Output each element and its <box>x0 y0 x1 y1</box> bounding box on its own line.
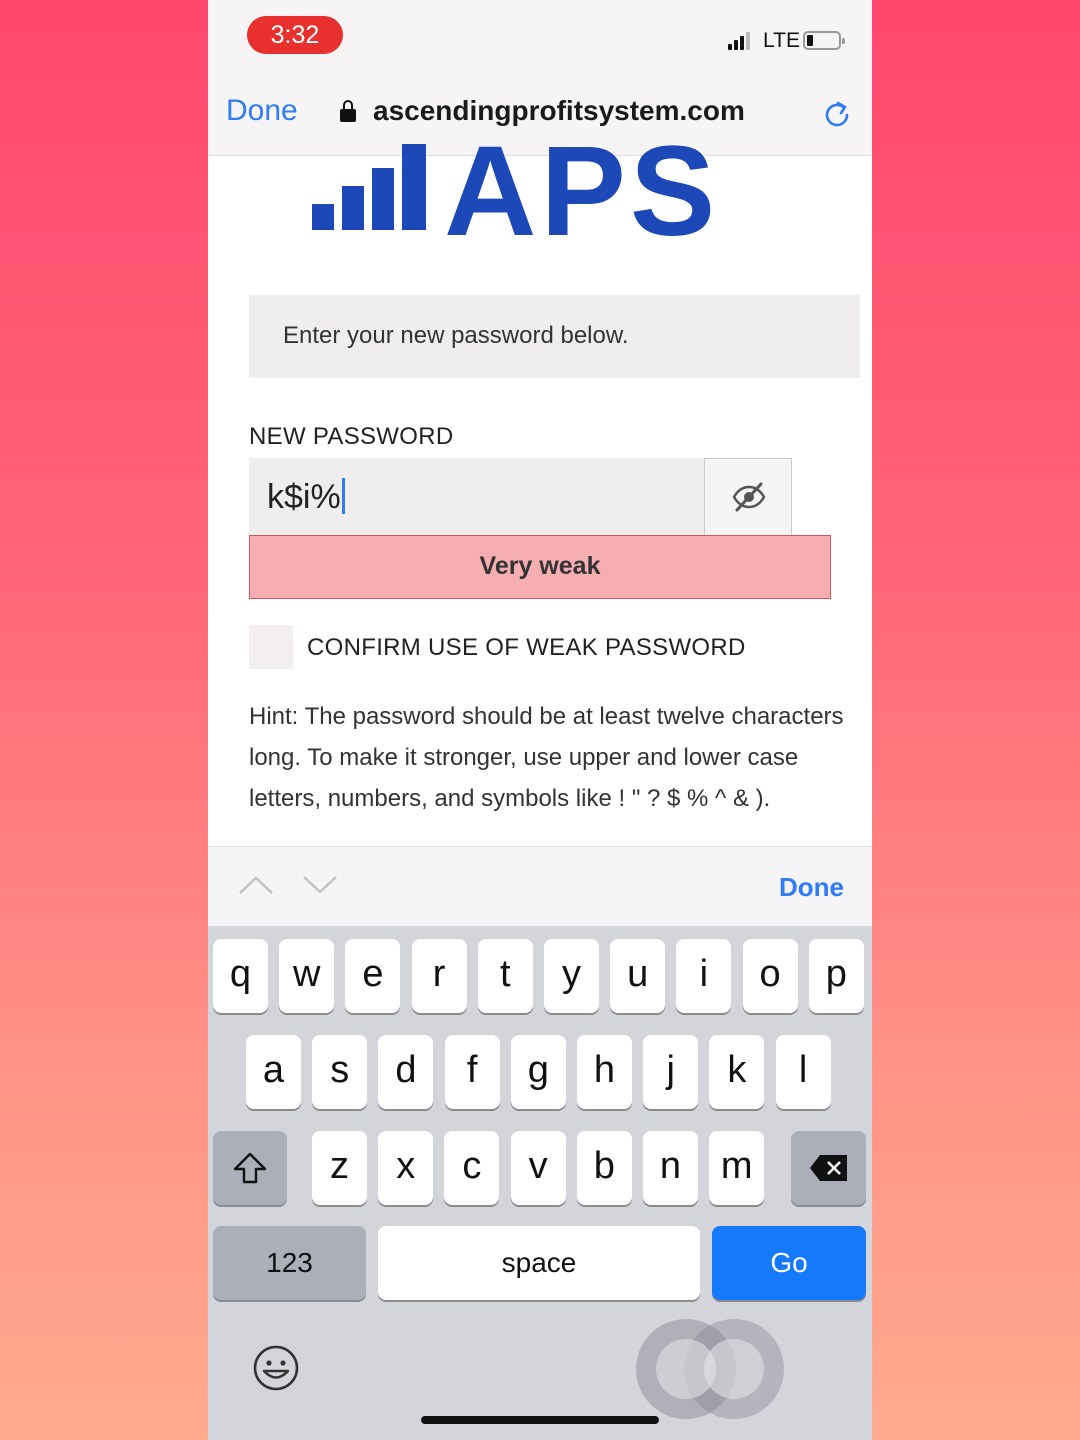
key-label: f <box>466 1049 478 1091</box>
logo-wordmark: APS <box>444 130 720 240</box>
numbers-key-label: 123 <box>266 1247 313 1278</box>
aps-logo: APS <box>312 130 752 240</box>
key-y[interactable]: y <box>544 939 599 1013</box>
delete-key[interactable] <box>791 1131 866 1205</box>
key-label: q <box>229 953 252 995</box>
phone-screen: 3:32 LTE Done ascendingprofitsystem.com … <box>208 0 872 1440</box>
key-m[interactable]: m <box>709 1131 765 1205</box>
key-l[interactable]: l <box>775 1035 831 1109</box>
key-d[interactable]: d <box>378 1035 434 1109</box>
key-o[interactable]: o <box>742 939 798 1013</box>
key-q[interactable]: q <box>213 939 268 1013</box>
key-label: c <box>462 1145 482 1187</box>
go-key[interactable]: Go <box>712 1226 866 1300</box>
key-s[interactable]: s <box>312 1035 368 1109</box>
key-label: i <box>699 953 709 995</box>
key-label: o <box>759 953 781 995</box>
confirm-weak-password-checkbox[interactable] <box>249 625 293 669</box>
key-label: d <box>395 1049 417 1091</box>
key-label: v <box>528 1145 548 1187</box>
key-label: m <box>720 1145 753 1187</box>
key-label: z <box>330 1145 349 1187</box>
new-password-input[interactable]: k$i% <box>249 458 705 536</box>
home-indicator <box>421 1416 659 1424</box>
signal-strength-icon <box>728 32 754 50</box>
key-u[interactable]: u <box>610 939 666 1013</box>
text-caret <box>341 478 345 514</box>
backspace-icon <box>809 1155 847 1181</box>
shift-arrow-icon <box>233 1152 267 1184</box>
key-label: w <box>292 953 321 995</box>
eye-slash-icon <box>732 482 766 512</box>
shift-key[interactable] <box>213 1131 287 1205</box>
key-label: t <box>500 953 511 995</box>
key-j[interactable]: j <box>643 1035 699 1109</box>
touch-indicator-icon <box>636 1319 784 1419</box>
key-label: y <box>562 953 581 995</box>
key-label: u <box>627 953 649 995</box>
space-key[interactable]: space <box>378 1226 700 1300</box>
key-z[interactable]: z <box>312 1131 367 1205</box>
key-r[interactable]: r <box>411 939 467 1013</box>
key-c[interactable]: c <box>444 1131 500 1205</box>
key-label: s <box>330 1049 350 1091</box>
go-key-label: Go <box>770 1247 808 1278</box>
browser-done-button[interactable]: Done <box>226 94 298 128</box>
network-type: LTE <box>763 29 800 52</box>
key-x[interactable]: x <box>378 1131 434 1205</box>
key-t[interactable]: t <box>477 939 533 1013</box>
key-g[interactable]: g <box>510 1035 566 1109</box>
key-b[interactable]: b <box>576 1131 632 1205</box>
key-label: e <box>362 953 384 995</box>
url-address[interactable]: ascendingprofitsystem.com <box>373 95 745 127</box>
key-label: p <box>825 953 847 995</box>
key-f[interactable]: f <box>444 1035 500 1109</box>
password-strength-label: Very weak <box>479 552 601 580</box>
confirm-weak-password-label[interactable]: CONFIRM USE OF WEAK PASSWORD <box>307 634 746 662</box>
space-key-label: space <box>501 1247 577 1278</box>
key-h[interactable]: h <box>577 1035 632 1109</box>
status-bar: 3:32 LTE <box>208 0 872 80</box>
key-label: h <box>593 1049 616 1091</box>
key-k[interactable]: k <box>709 1035 765 1109</box>
chevron-down-icon[interactable] <box>300 873 340 897</box>
info-message: Enter your new password below. <box>283 322 629 349</box>
key-a[interactable]: a <box>246 1035 301 1109</box>
password-strength-meter: Very weak <box>249 535 831 599</box>
key-label: j <box>666 1049 675 1091</box>
key-label: k <box>727 1049 747 1091</box>
new-password-label: NEW PASSWORD <box>249 423 454 450</box>
key-n[interactable]: n <box>643 1131 698 1205</box>
numbers-key[interactable]: 123 <box>213 1226 366 1300</box>
key-e[interactable]: e <box>345 939 401 1013</box>
toggle-password-visibility-button[interactable] <box>704 458 792 536</box>
key-label: a <box>262 1049 285 1091</box>
on-screen-keyboard: qwe r t y u i o p a s d f g h j k l z x c v b nm 123 space G… <box>208 926 872 1440</box>
lock-icon <box>340 100 356 122</box>
key-label: b <box>593 1145 615 1187</box>
status-time: 3:32 <box>247 16 343 54</box>
key-label: x <box>396 1145 416 1187</box>
key-p[interactable]: p <box>808 939 864 1013</box>
key-label: n <box>659 1145 682 1187</box>
key-label: r <box>432 953 446 995</box>
battery-icon <box>803 31 845 50</box>
keyboard-accessory-bar: Done <box>208 846 872 926</box>
chevron-up-icon[interactable] <box>236 873 276 897</box>
key-label: l <box>798 1049 808 1091</box>
key-v[interactable]: v <box>510 1131 566 1205</box>
key-w[interactable]: w <box>279 939 335 1013</box>
reload-icon[interactable] <box>820 98 854 132</box>
password-hint: Hint: The password should be at least tw… <box>249 703 844 812</box>
keyboard-done-button[interactable]: Done <box>779 872 844 903</box>
info-message-box: Enter your new password below. <box>249 295 860 378</box>
key-i[interactable]: i <box>676 939 732 1013</box>
logo-bars-icon <box>312 144 426 230</box>
password-value: k$i% <box>267 478 341 516</box>
key-label: g <box>527 1049 549 1091</box>
emoji-icon[interactable] <box>252 1344 300 1392</box>
